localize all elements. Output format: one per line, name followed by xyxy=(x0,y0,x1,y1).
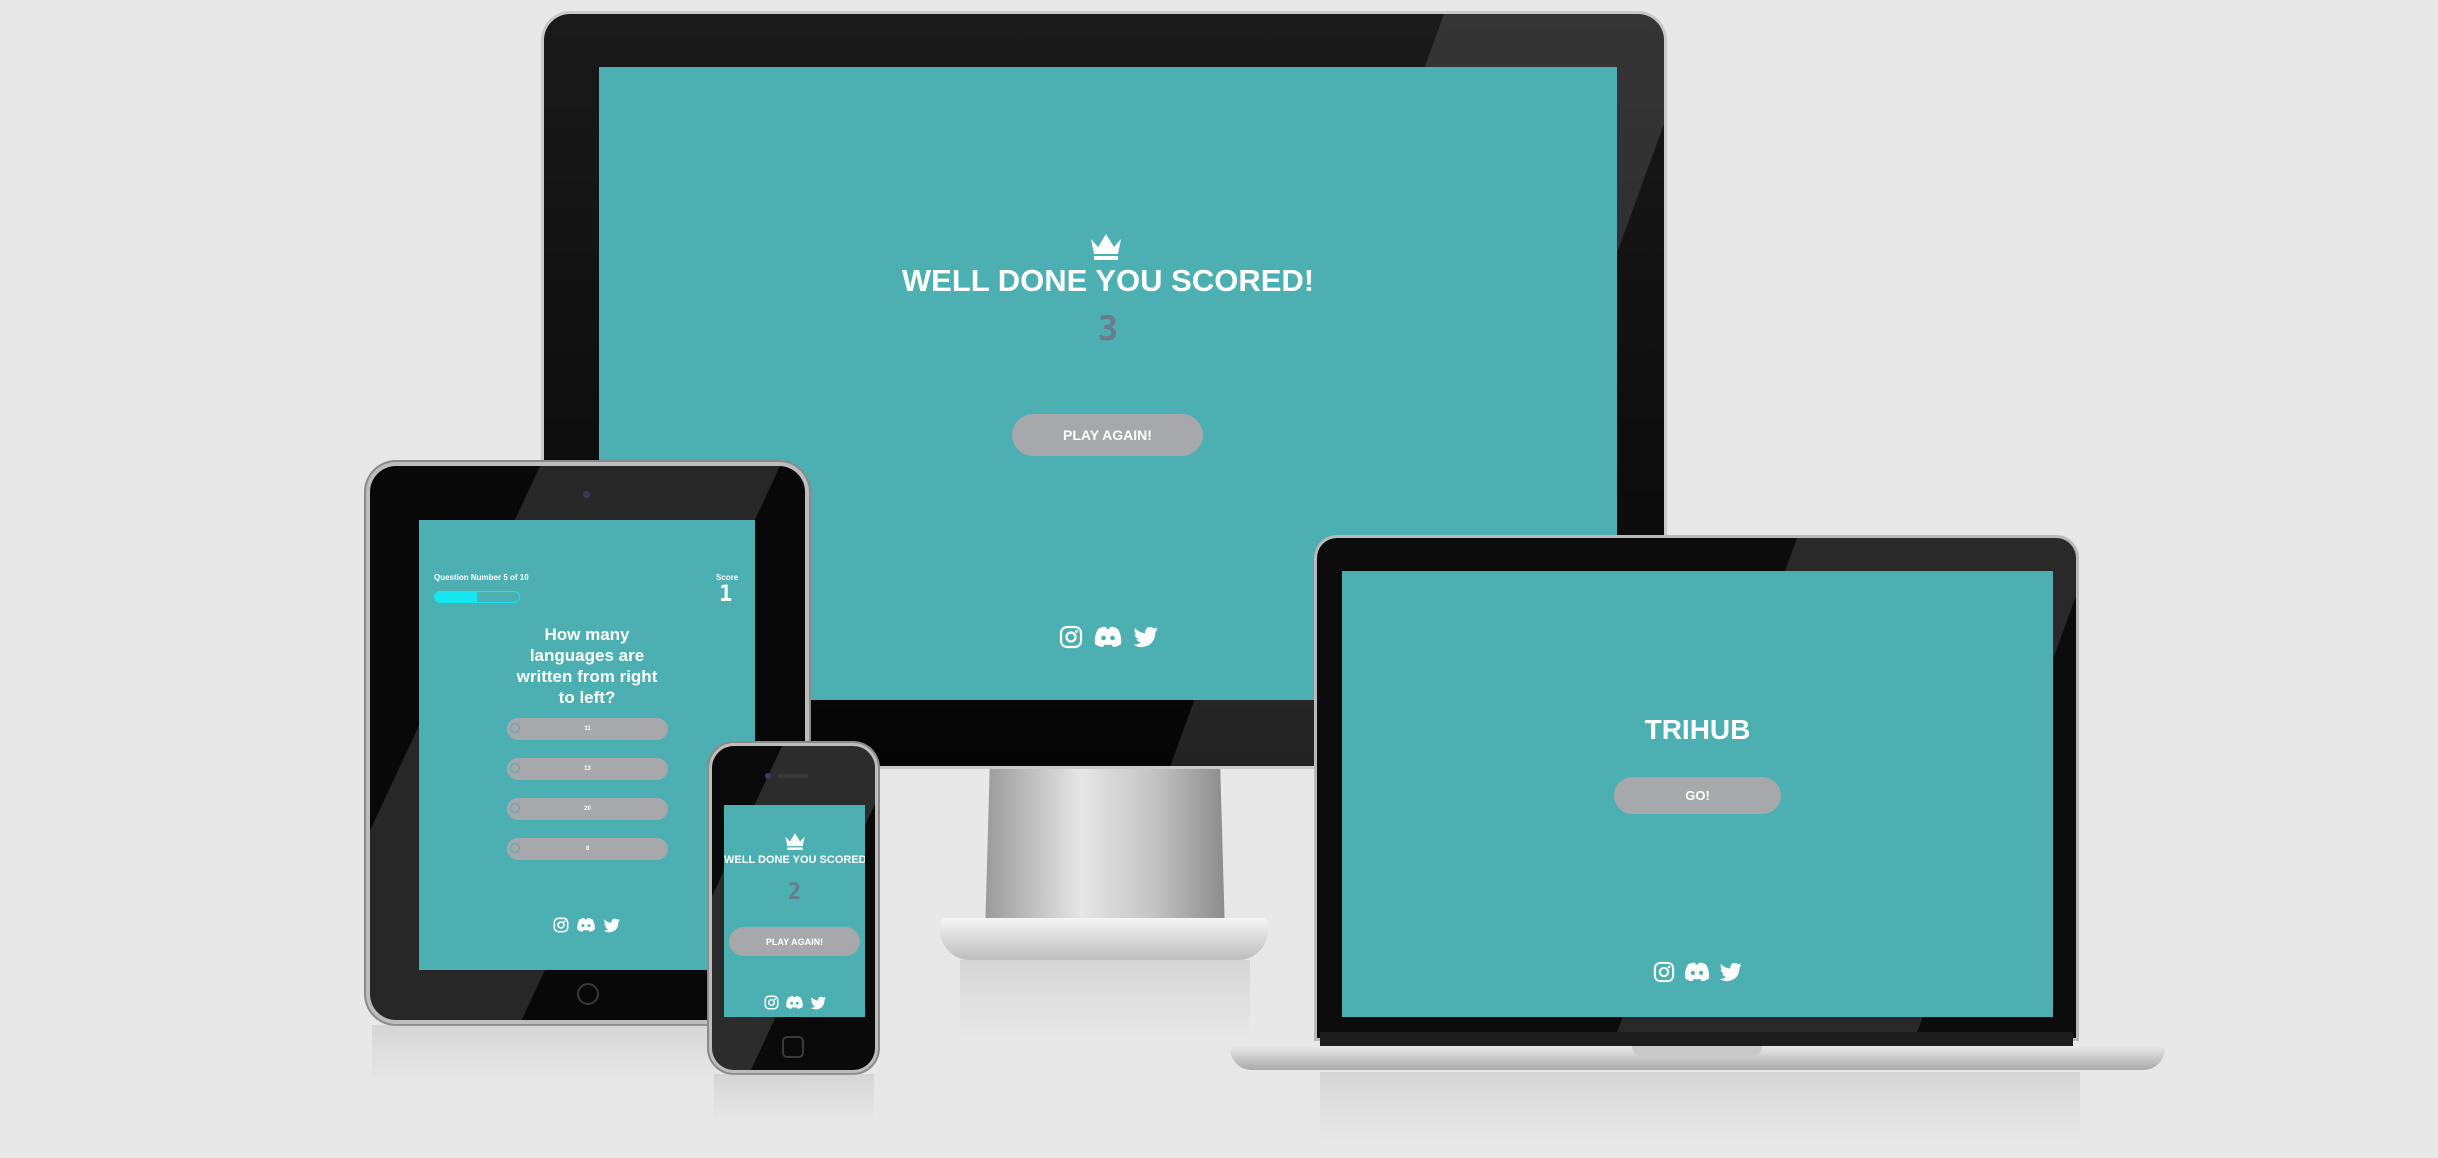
phone-camera xyxy=(765,773,771,779)
social-links xyxy=(757,995,833,1010)
phone-speaker xyxy=(778,774,808,778)
play-again-button[interactable]: PLAY AGAIN! xyxy=(729,927,860,956)
result-score: 2 xyxy=(787,880,802,905)
discord-icon[interactable] xyxy=(785,995,804,1010)
phone-screen: WELL DONE YOU SCORED 2 PLAY AGAIN! xyxy=(724,805,865,1017)
crown-icon xyxy=(784,832,806,855)
phone: WELL DONE YOU SCORED 2 PLAY AGAIN! xyxy=(0,0,2438,1158)
phone-home-button xyxy=(782,1036,804,1058)
result-title: WELL DONE YOU SCORED xyxy=(724,854,865,866)
instagram-icon[interactable] xyxy=(764,995,779,1010)
twitter-icon[interactable] xyxy=(810,996,827,1010)
